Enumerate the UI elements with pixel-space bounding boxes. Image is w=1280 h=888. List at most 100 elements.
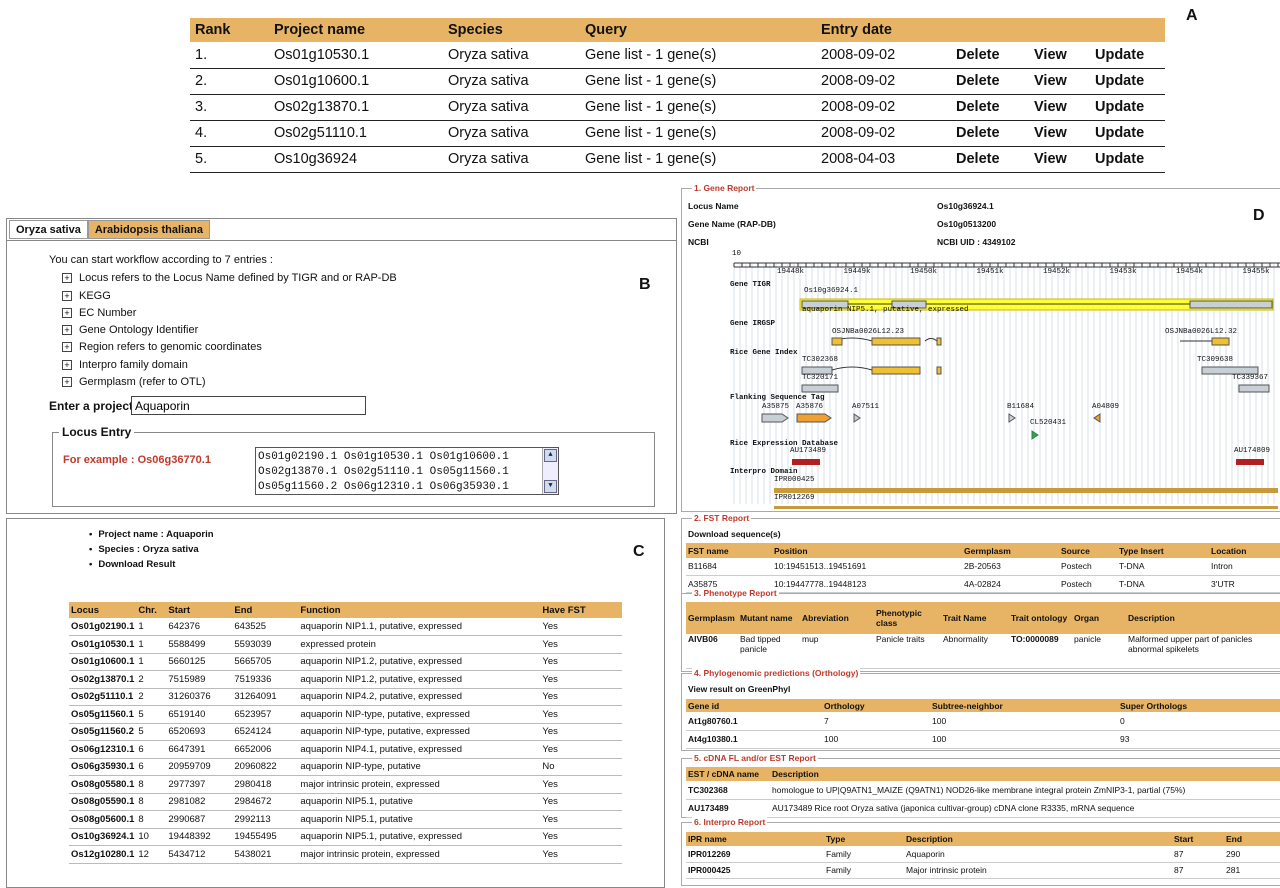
locus-name-label: Locus Name	[688, 201, 739, 211]
cell[interactable]: IPR000425	[686, 862, 824, 879]
locus-textarea[interactable]: Os01g02190.1 Os01g10530.1 Os01g10600.1 O…	[255, 447, 559, 495]
expand-plus-icon[interactable]: +	[62, 325, 72, 336]
view-button-cell[interactable]: View	[1029, 42, 1090, 69]
locus-link[interactable]: Os06g12310.1	[69, 740, 137, 759]
scrollbar[interactable]: ▲ ▼	[542, 448, 558, 494]
locus-link[interactable]: Os08g05580.1	[69, 775, 137, 794]
cell: 31264091	[232, 688, 299, 706]
locus-link[interactable]: Os02g13870.1	[69, 670, 137, 689]
locus-link[interactable]: Os05g11560.2	[69, 723, 137, 741]
locus-link[interactable]: Os01g10530.1	[69, 635, 137, 654]
table-row: Os02g51110.1 2 31260376 31264091 aquaporin N…	[69, 688, 622, 706]
update-button-cell[interactable]: Update	[1090, 42, 1165, 69]
greenphyl-link[interactable]: View result on GreenPhyl	[688, 684, 790, 694]
workflow-entry-item[interactable]: + Germplasm (refer to OTL)	[61, 374, 397, 391]
workflow-entry-item[interactable]: + Interpro family domain	[61, 357, 397, 374]
gene-name-value: Os10g0513200	[937, 219, 997, 229]
exon-box	[871, 337, 921, 346]
cell[interactable]: TC302368	[686, 781, 770, 800]
column-header: Start	[1172, 832, 1224, 846]
feature-label: A04809	[1092, 403, 1120, 411]
locus-link[interactable]: Os08g05600.1	[69, 810, 137, 829]
section-title: 2. FST Report	[692, 513, 752, 523]
column-header: Description	[770, 767, 1280, 781]
update-button-cell[interactable]: Update	[1090, 120, 1165, 147]
track-rice-gene-index: Rice Gene Index	[730, 349, 798, 357]
est-table: EST / cDNA name Description TC302368 homol…	[686, 767, 1280, 818]
column-header: Subtree-neighbor	[930, 699, 1118, 712]
fst-arrow	[796, 413, 832, 423]
table-row: TC302368 homologue to UP|Q9ATN1_MAIZE (Q9…	[686, 781, 1280, 800]
view-button-cell[interactable]: View	[1029, 120, 1090, 147]
scroll-up-icon[interactable]: ▲	[544, 449, 557, 462]
delete-button-cell[interactable]: Delete	[951, 68, 1029, 95]
locus-link[interactable]: Os06g35930.1	[69, 758, 137, 776]
cell: aquaporin NIP4.2, putative, expressed	[298, 688, 541, 706]
cell: 5665705	[232, 653, 299, 671]
exon-box	[936, 337, 942, 346]
section-title: 5. cDNA FL and/or EST Report	[692, 753, 818, 763]
cell[interactable]: IPR012269	[686, 846, 824, 863]
ncbi-label: NCBI	[688, 237, 709, 247]
cell: 5593039	[232, 635, 299, 654]
cell: Yes	[540, 775, 622, 794]
cell: 1	[136, 653, 167, 671]
update-button-cell[interactable]: Update	[1090, 68, 1165, 95]
update-button-cell[interactable]: Update	[1090, 146, 1165, 173]
cell: T-DNA	[1117, 575, 1209, 593]
download-result-link[interactable]: Download Result	[89, 557, 214, 572]
tab-arabidopsis-thaliana[interactable]: Arabidopsis thaliana	[87, 220, 211, 239]
panel-label-a: A	[1186, 7, 1198, 24]
cell: Family	[824, 846, 904, 863]
column-header: Trait Name	[941, 602, 1009, 634]
view-button-cell[interactable]: View	[1029, 94, 1090, 121]
expand-plus-icon[interactable]: +	[62, 359, 72, 370]
locus-link[interactable]: Os01g02190.1	[69, 618, 137, 636]
cell: Yes	[540, 810, 622, 829]
cell: 4A-02824	[962, 575, 1059, 593]
column-header: Trait ontology	[1009, 602, 1072, 634]
locus-link[interactable]: Os01g10600.1	[69, 653, 137, 671]
cell: 281	[1224, 862, 1280, 879]
locus-link[interactable]: Os12g10280.1	[69, 845, 137, 864]
locus-link[interactable]: Os05g11560.1	[69, 705, 137, 724]
table-row: 5. Os10g36924 Oryza sativa Gene list - 1 ge…	[190, 146, 1165, 173]
download-sequences-link[interactable]: Download sequence(s)	[688, 529, 781, 539]
locus-link[interactable]: Os10g36924.1	[69, 828, 137, 846]
project-name-input[interactable]	[131, 396, 366, 415]
delete-button-cell[interactable]: Delete	[951, 146, 1029, 173]
cell[interactable]: AU173489	[686, 799, 770, 818]
cell[interactable]: At1g80760.1	[686, 712, 822, 731]
workflow-entry-item[interactable]: + Locus refers to the Locus Name defined …	[61, 270, 397, 287]
feature-label: TC339367	[1232, 374, 1269, 382]
view-button-cell[interactable]: View	[1029, 146, 1090, 173]
scroll-down-icon[interactable]: ▼	[544, 480, 557, 493]
workflow-entry-item[interactable]: + Region refers to genomic coordinates	[61, 339, 397, 356]
column-header: IPR name	[686, 832, 824, 846]
expand-plus-icon[interactable]: +	[62, 377, 72, 388]
feature-label: OSJNBa0026L12.23	[832, 328, 905, 336]
workflow-entry-item[interactable]: + Gene Ontology Identifier	[61, 322, 397, 339]
cell[interactable]: At4g10380.1	[686, 730, 822, 749]
workflow-entry-item[interactable]: + EC Number	[61, 305, 397, 322]
update-button-cell[interactable]: Update	[1090, 94, 1165, 121]
workflow-entry-item[interactable]: + KEGG	[61, 288, 397, 305]
delete-button-cell[interactable]: Delete	[951, 94, 1029, 121]
expand-plus-icon[interactable]: +	[62, 307, 72, 318]
cell: 6520693	[166, 723, 233, 741]
feature-label: OSJNBa0026L12.32	[1165, 328, 1238, 336]
fst-arrow	[853, 413, 861, 423]
expand-plus-icon[interactable]: +	[62, 342, 72, 353]
expand-plus-icon[interactable]: +	[62, 273, 72, 284]
view-button-cell[interactable]: View	[1029, 68, 1090, 95]
cell: aquaporin NIP1.2, putative, expressed	[298, 653, 541, 671]
locus-link[interactable]: Os08g05590.1	[69, 793, 137, 811]
delete-button-cell[interactable]: Delete	[951, 120, 1029, 147]
table-row: Os05g11560.1 5 6519140 6523957 aquaporin NIP…	[69, 705, 622, 724]
locus-link[interactable]: Os02g51110.1	[69, 688, 137, 706]
delete-button-cell[interactable]: Delete	[951, 42, 1029, 69]
tab-oryza-sativa[interactable]: Oryza sativa	[9, 220, 88, 239]
cell: 10:19447778..19448123	[772, 575, 962, 593]
table-row: IPR000425 Family Major intrinsic protein 87…	[686, 862, 1280, 879]
expand-plus-icon[interactable]: +	[62, 290, 72, 301]
